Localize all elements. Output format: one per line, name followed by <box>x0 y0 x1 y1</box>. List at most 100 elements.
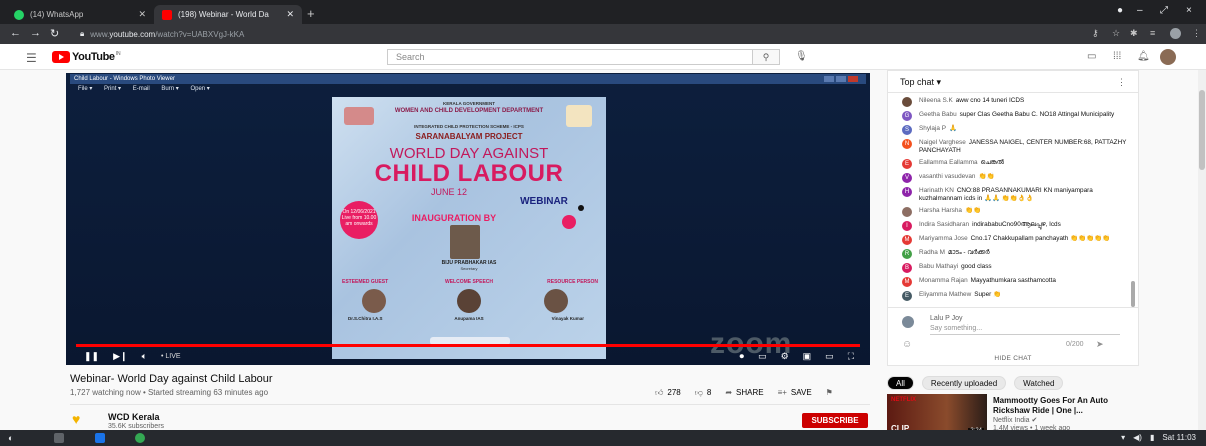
recommended-video-channel[interactable]: Netflix India ✔ <box>993 416 1037 424</box>
chat-scrollbar[interactable] <box>1131 281 1135 307</box>
kebab-menu-icon[interactable]: ⋮ <box>1192 28 1201 39</box>
top-chat-dropdown[interactable]: Top chat ▾ <box>900 77 941 87</box>
window-close-button[interactable]: × <box>1186 5 1192 16</box>
share-button[interactable]: ➦ SHARE <box>725 388 763 398</box>
dislike-button[interactable]: 👎︎ 8 <box>695 388 712 398</box>
back-icon[interactable]: ← <box>10 27 21 39</box>
hide-chat-button[interactable]: HIDE CHAT <box>888 355 1138 362</box>
chip-watched[interactable]: Watched <box>1014 376 1064 390</box>
pause-icon[interactable]: ❚❚ <box>84 351 99 362</box>
chat-author[interactable]: Shylaja P <box>919 125 946 132</box>
apps-grid-icon[interactable]: ⁞⁞⁞ <box>1113 51 1121 62</box>
chat-author[interactable]: Naigel Varghese <box>919 139 966 146</box>
next-icon[interactable]: ▶❙ <box>113 351 127 362</box>
captions-icon[interactable]: ▭ <box>758 351 767 362</box>
like-button[interactable]: 👍︎ 278 <box>655 388 681 398</box>
avatar[interactable] <box>902 207 912 217</box>
more-options-icon[interactable]: ⋮ <box>1117 77 1126 88</box>
netflix-badge: NETFLIX <box>891 397 916 403</box>
extension-icon[interactable]: ✱ <box>1130 28 1138 39</box>
video-player[interactable]: Child Labour - Windows Photo Viewer File… <box>66 73 870 365</box>
app-icon[interactable] <box>95 433 105 443</box>
miniplayer-icon[interactable]: ▣ <box>803 351 812 362</box>
progress-bar[interactable] <box>76 344 860 347</box>
close-icon[interactable]: ✕ <box>286 9 294 20</box>
avatar[interactable]: M <box>902 235 912 245</box>
chat-author[interactable]: Indira Sasidharan <box>919 221 969 228</box>
launcher-icon[interactable]: ◐ <box>8 433 18 443</box>
chat-text: indirababuCno90ആലപ്പുഴ, Icds <box>972 221 1061 228</box>
avatar[interactable]: B <box>902 263 912 273</box>
avatar[interactable]: S <box>902 125 912 135</box>
subscribe-button[interactable]: SUBSCRIBE <box>802 413 868 428</box>
forward-icon[interactable]: → <box>30 27 41 39</box>
microphone-icon[interactable]: 🎙︎ <box>795 51 808 62</box>
report-flag-icon[interactable]: ⚑ <box>826 388 833 398</box>
chat-author[interactable]: Harsha Harsha <box>919 207 962 214</box>
maximize-button[interactable]: ⤢ <box>1160 5 1168 16</box>
emoji-icon[interactable]: ☺ <box>902 339 912 350</box>
url-field[interactable]: 🔒︎ www. youtube.com /watch?v=UABXVgJ-kKA <box>80 27 244 41</box>
chat-author[interactable]: Harinath KN <box>919 187 954 194</box>
avatar[interactable]: R <box>902 249 912 259</box>
profile-avatar[interactable] <box>1170 28 1181 39</box>
avatar[interactable]: E <box>902 291 912 301</box>
playlist-icon[interactable]: ≡ <box>1150 28 1155 38</box>
chat-author[interactable]: Nileena S.K <box>919 97 953 104</box>
avatar[interactable]: I <box>902 221 912 231</box>
chat-author[interactable]: Eallamma Eallamma <box>919 159 978 166</box>
channel-name[interactable]: WCD Kerala <box>108 412 160 422</box>
tab-youtube[interactable]: (198) Webinar - World Da ✕ <box>154 5 302 24</box>
send-icon[interactable]: ➤ <box>1096 339 1104 350</box>
scrollbar-thumb[interactable] <box>1199 90 1205 170</box>
autoplay-toggle-icon[interactable]: ⏺ <box>740 351 745 362</box>
fullscreen-icon[interactable]: ⛶ <box>848 351 854 362</box>
new-tab-button[interactable]: + <box>307 6 315 21</box>
avatar[interactable]: G <box>902 111 912 121</box>
save-button[interactable]: ≡+ SAVE <box>778 388 812 398</box>
tab-whatsapp[interactable]: (14) WhatsApp ✕ <box>6 5 154 24</box>
files-icon[interactable] <box>54 433 64 443</box>
live-badge[interactable]: • LIVE <box>161 353 181 360</box>
avatar[interactable]: V <box>902 173 912 183</box>
avatar[interactable] <box>902 97 912 107</box>
minimize-button[interactable]: – <box>1137 5 1143 16</box>
resource-photo <box>544 289 568 313</box>
chip-all[interactable]: All <box>887 376 914 390</box>
close-icon[interactable]: ✕ <box>138 9 146 20</box>
settings-gear-icon[interactable]: ⚙ <box>781 351 789 362</box>
avatar[interactable]: H <box>902 187 912 197</box>
notifications-bell-icon[interactable]: 🔔︎ <box>1137 51 1150 62</box>
theater-mode-icon[interactable]: ▭ <box>825 351 834 362</box>
chat-message-body: Eallamma Eallamma ചെങ്കൽ <box>919 159 1004 167</box>
avatar[interactable]: N <box>902 139 912 149</box>
profile-dot-icon[interactable]: ● <box>1117 5 1123 16</box>
chrome-icon[interactable] <box>135 433 145 443</box>
channel-logo[interactable]: ♥︎ <box>72 411 92 427</box>
chip-recently-uploaded[interactable]: Recently uploaded <box>921 376 1007 390</box>
hamburger-menu-icon[interactable]: ☰ <box>26 51 37 65</box>
chat-author[interactable]: Radha M <box>919 249 945 256</box>
search-button[interactable]: ⚲ <box>752 49 780 65</box>
chat-author[interactable]: Babu Mathayi <box>919 263 958 270</box>
youtube-logo[interactable]: YouTube IN <box>52 51 121 63</box>
chat-author[interactable]: vasanthi vasudevan <box>919 173 976 180</box>
avatar[interactable] <box>1160 49 1176 65</box>
chat-author[interactable]: Eliyamma Mathew <box>919 291 971 298</box>
volume-icon[interactable]: 🔈︎ <box>142 351 147 362</box>
chat-input[interactable]: Say something... <box>930 325 1120 335</box>
chat-author[interactable]: Mariyamma Jose <box>919 235 968 242</box>
poster-webinar: WEBINAR <box>520 196 568 207</box>
chat-author[interactable]: Monamma Rajan <box>919 277 968 284</box>
reload-icon[interactable]: ↻ <box>50 27 59 40</box>
recommended-video-title[interactable]: Mammootty Goes For An Auto Rickshaw Ride… <box>993 396 1133 416</box>
avatar[interactable]: E <box>902 159 912 169</box>
chat-author[interactable]: Geetha Babu <box>919 111 957 118</box>
key-icon[interactable]: ⚷ <box>1092 28 1099 39</box>
search-input[interactable]: Search <box>387 49 780 65</box>
avatar[interactable]: M <box>902 277 912 287</box>
create-video-icon[interactable]: ▭ <box>1087 51 1096 62</box>
system-tray[interactable]: ▾ ◀︎) ▮ Sat 11:03 <box>1121 433 1196 442</box>
star-icon[interactable]: ☆ <box>1112 28 1120 39</box>
page-scrollbar[interactable] <box>1198 70 1206 440</box>
